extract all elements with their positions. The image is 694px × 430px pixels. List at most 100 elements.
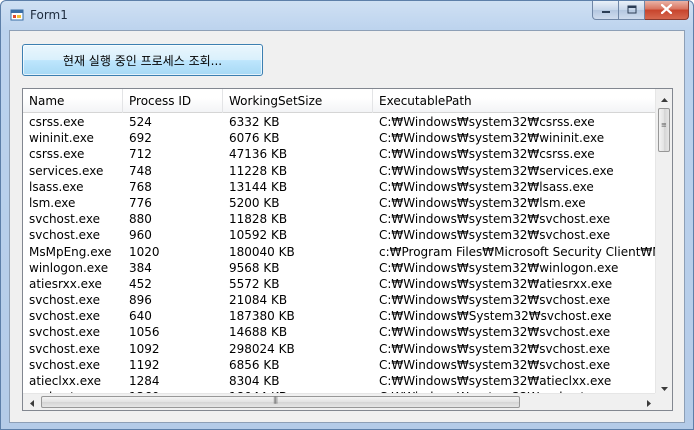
cell-name: lsm.exe [29, 195, 76, 210]
cell-process-id: 896 [129, 293, 152, 308]
cell-working-set-size: 14688 KB [229, 325, 288, 340]
cell-process-id: 1284 [129, 374, 160, 388]
cell-process-id: 452 [129, 276, 152, 291]
maximize-icon [627, 3, 637, 17]
cell-process-id: 524 [129, 115, 152, 129]
cell-process-id: 880 [129, 212, 152, 227]
cell-executable-path: C:₩Windows₩system32₩winlogon.exe [379, 260, 619, 275]
cell-name: svchost.exe [29, 325, 100, 340]
table-row[interactable]: MsMpEng.exe 1020 180040 KB c:₩Program Files… [23, 244, 657, 260]
minimize-button[interactable] [592, 1, 619, 20]
maximize-button[interactable] [619, 1, 645, 20]
table-row[interactable]: svchost.exe 880 11828 KB C:₩Windows₩system3… [23, 211, 657, 227]
cell-executable-path: C:₩Windows₩system32₩svchost.exe [379, 228, 611, 243]
cell-working-set-size: 11828 KB [229, 212, 288, 227]
cell-process-id: 712 [129, 147, 152, 162]
cell-executable-path: C:₩Windows₩system32₩wininit.exe [379, 131, 605, 146]
column-header-working-set-size[interactable]: WorkingSetSize [223, 89, 373, 113]
table-row[interactable]: wininit.exe 692 6076 KB C:₩Windows₩system32… [23, 130, 657, 146]
cell-executable-path: C:₩Windows₩System32₩svchost.exe [379, 309, 612, 324]
table-row[interactable]: svchost.exe 1092 298024 KB C:₩Windows₩syste… [23, 341, 657, 357]
arrow-down-icon [661, 380, 668, 394]
cell-process-id: 384 [129, 260, 152, 275]
cell-process-id: 960 [129, 228, 152, 243]
table-row[interactable]: lsm.exe 776 5200 KB C:₩Windows₩system32₩lsm… [23, 195, 657, 211]
cell-working-set-size: 6332 KB [229, 115, 280, 129]
cell-name: wininit.exe [29, 131, 94, 146]
cell-name: lsass.exe [29, 179, 84, 194]
cell-name: csrss.exe [29, 115, 85, 129]
cell-process-id: 748 [129, 163, 152, 178]
client-area: 현재 실행 중인 프로세스 조회... Name Process ID Work… [9, 30, 685, 423]
cell-name: svchost.exe [29, 341, 100, 356]
cell-working-set-size: 298024 KB [229, 341, 295, 356]
cell-name: services.exe [29, 163, 104, 178]
vertical-scroll-thumb[interactable]: ≡ [658, 108, 670, 152]
cell-executable-path: C:₩Windows₩system32₩csrss.exe [379, 115, 595, 129]
scroll-left-button[interactable] [23, 394, 40, 410]
horizontal-scrollbar[interactable]: ||| [23, 393, 657, 410]
cell-name: atiesrxx.exe [29, 276, 102, 291]
cell-process-id: 1192 [129, 357, 160, 372]
minimize-icon [601, 3, 611, 17]
cell-executable-path: C:₩Windows₩system32₩atiesrxx.exe [379, 276, 613, 291]
query-processes-button[interactable]: 현재 실행 중인 프로세스 조회... [22, 44, 263, 76]
process-list[interactable]: Name Process ID WorkingSetSize Executabl… [22, 88, 673, 411]
close-icon [660, 3, 673, 17]
table-row[interactable]: csrss.exe 712 47136 KB C:₩Windows₩system32₩… [23, 146, 657, 162]
cell-executable-path: C:₩Windows₩system32₩svchost.exe [379, 325, 611, 340]
cell-name: svchost.exe [29, 309, 100, 324]
horizontal-scroll-thumb[interactable]: ||| [41, 396, 520, 408]
title-bar[interactable]: Form1 [1, 1, 693, 29]
cell-name: csrss.exe [29, 147, 85, 162]
app-icon[interactable] [10, 8, 24, 22]
cell-process-id: 768 [129, 179, 152, 194]
table-row[interactable]: atiesrxx.exe 452 5572 KB C:₩Windows₩system3… [23, 276, 657, 292]
cell-working-set-size: 6856 KB [229, 357, 280, 372]
cell-name: winlogon.exe [29, 260, 109, 275]
table-row[interactable]: svchost.exe 1192 6856 KB C:₩Windows₩system3… [23, 357, 657, 373]
scrollbar-corner [655, 393, 672, 410]
table-row[interactable]: svchost.exe 960 10592 KB C:₩Windows₩system3… [23, 227, 657, 243]
table-row[interactable]: services.exe 748 11228 KB C:₩Windows₩system… [23, 163, 657, 179]
table-row[interactable]: svchost.exe 896 21084 KB C:₩Windows₩system3… [23, 292, 657, 308]
scroll-up-button[interactable] [656, 89, 672, 106]
cell-executable-path: C:₩Windows₩system32₩svchost.exe [379, 293, 611, 308]
cell-working-set-size: 9568 KB [229, 260, 280, 275]
cell-working-set-size: 47136 KB [229, 147, 288, 162]
table-row[interactable]: csrss.exe 524 6332 KB C:₩Windows₩system32₩c… [23, 114, 657, 130]
table-row[interactable]: atieclxx.exe 1284 8304 KB C:₩Windows₩system… [23, 373, 657, 389]
vertical-scrollbar[interactable]: ≡ [655, 89, 672, 395]
cell-process-id: 1020 [129, 244, 160, 259]
cell-working-set-size: 21084 KB [229, 293, 288, 308]
main-window: Form1 현재 실행 중인 프로세스 조회... Name Process I… [0, 0, 694, 430]
cell-process-id: 1092 [129, 341, 160, 356]
cell-name: svchost.exe [29, 293, 100, 308]
table-row[interactable]: winlogon.exe 384 9568 KB C:₩Windows₩system3… [23, 260, 657, 276]
cell-executable-path: C:₩Windows₩system32₩svchost.exe [379, 212, 611, 227]
table-row[interactable]: svchost.exe 640 187380 KB C:₩Windows₩System… [23, 308, 657, 324]
cell-working-set-size: 10592 KB [229, 228, 288, 243]
table-row[interactable]: lsass.exe 768 13144 KB C:₩Windows₩system32₩… [23, 179, 657, 195]
cell-executable-path: C:₩Windows₩system32₩services.exe [379, 163, 614, 178]
column-header-name[interactable]: Name [23, 89, 123, 113]
window-title: Form1 [30, 8, 68, 22]
close-button[interactable] [645, 1, 689, 20]
column-header-process-id[interactable]: Process ID [123, 89, 223, 113]
cell-name: svchost.exe [29, 228, 100, 243]
arrow-up-icon [661, 91, 668, 105]
cell-working-set-size: 180040 KB [229, 244, 295, 259]
caption-buttons [592, 1, 689, 21]
cell-working-set-size: 187380 KB [229, 309, 295, 324]
arrow-left-icon [29, 396, 34, 410]
cell-executable-path: C:₩Windows₩system32₩csrss.exe [379, 147, 595, 162]
column-header-executable-path[interactable]: ExecutablePath [373, 89, 657, 113]
table-row[interactable]: svchost.exe 1056 14688 KB C:₩Windows₩system… [23, 324, 657, 340]
cell-process-id: 776 [129, 195, 152, 210]
cell-name: MsMpEng.exe [29, 244, 112, 259]
cell-working-set-size: 5572 KB [229, 276, 280, 291]
cell-executable-path: C:₩Windows₩system32₩svchost.exe [379, 341, 611, 356]
cell-name: atieclxx.exe [29, 374, 102, 388]
cell-working-set-size: 5200 KB [229, 195, 280, 210]
cell-process-id: 692 [129, 131, 152, 146]
